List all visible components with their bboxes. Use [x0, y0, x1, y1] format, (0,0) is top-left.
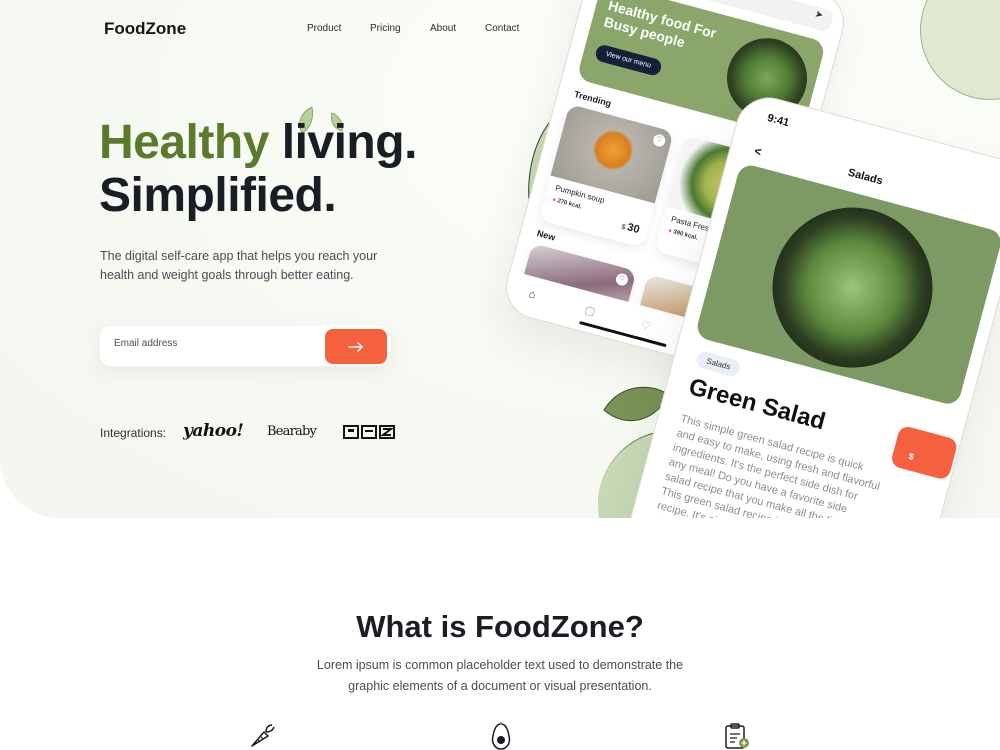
food-card[interactable]: ♡ Pumpkin soup ● 270 kcal. $30	[538, 103, 674, 248]
section-title: What is FoodZone?	[356, 609, 644, 644]
card-kcal: ● 270 kcal.	[551, 197, 582, 211]
salad-hero-image	[694, 162, 1000, 407]
nav-product[interactable]: Product	[307, 23, 341, 34]
nav-pricing[interactable]: Pricing	[370, 23, 401, 34]
brand-logo[interactable]: FoodZone	[104, 19, 186, 39]
view-menu-button[interactable]: View our menu	[593, 43, 663, 77]
price-button[interactable]: $	[889, 424, 959, 481]
back-chevron-icon[interactable]: <	[753, 144, 763, 159]
hero-section: FoodZone Product Pricing About Contact H…	[0, 0, 1000, 518]
arrow-right-icon	[348, 341, 363, 352]
clipboard-plus-icon	[725, 723, 749, 749]
integrations-label: Integrations:	[100, 426, 167, 440]
yahoo-logo: yahoo!	[183, 421, 244, 441]
email-input[interactable]	[114, 338, 304, 349]
status-time: 9:41	[766, 111, 791, 130]
dish-description: This simple green salad recipe is quick …	[652, 412, 882, 518]
hero-headline: Healthy living. Simplified.	[99, 116, 417, 222]
card-kcal-value: 390 kcal.	[672, 229, 699, 242]
heart-icon[interactable]: ♡	[639, 318, 652, 333]
headline-line2: Simplified.	[99, 169, 337, 222]
hero-subtext: The digital self-care app that helps you…	[100, 249, 378, 282]
nav-about[interactable]: About	[430, 23, 456, 34]
avocado-icon	[491, 722, 511, 750]
pez-logo	[343, 425, 395, 439]
price-value: 30	[625, 221, 641, 237]
section-description: Lorem ipsum is common placeholder text u…	[316, 658, 684, 693]
decorative-circle	[920, 0, 1000, 100]
bag-icon[interactable]: ▢	[583, 303, 596, 318]
category-tag[interactable]: Salads	[694, 349, 743, 378]
currency: $	[620, 223, 627, 232]
headline-highlight: Healthy	[99, 116, 269, 169]
email-signup-form	[100, 326, 390, 366]
card-kcal-value: 270 kcal.	[556, 198, 583, 211]
submit-email-button[interactable]	[325, 329, 387, 364]
headline-rest: living.	[268, 116, 418, 169]
nav-contact[interactable]: Contact	[485, 23, 519, 34]
new-label: New	[535, 228, 557, 243]
screen-title: Salads	[846, 166, 884, 188]
bearaby-logo: Bearaby	[267, 424, 317, 439]
card-price: $30	[620, 220, 641, 237]
home-indicator	[579, 321, 667, 348]
salad-bowl-image	[754, 189, 951, 386]
home-icon[interactable]: ⌂	[528, 288, 538, 301]
carrot-icon	[251, 724, 275, 747]
card-kcal: ● 390 kcal.	[667, 228, 698, 242]
